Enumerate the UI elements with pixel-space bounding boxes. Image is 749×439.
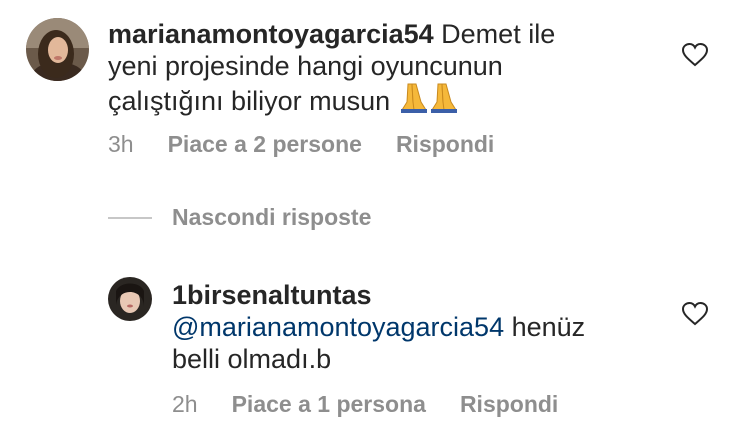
reply-body: 1birsenaltuntas @marianamontoyagarcia54 … (172, 279, 672, 375)
comment-text-line1: Demet ile (441, 19, 556, 49)
reply-likes-link[interactable]: Piace a 1 persona (232, 391, 426, 418)
comment-likes-link[interactable]: Piace a 2 persone (168, 131, 362, 158)
reply-mention-link[interactable]: @marianamontoyagarcia54 (172, 312, 504, 342)
avatar-1birsenaltuntas[interactable] (108, 277, 152, 321)
reply-text-line1: henüz (511, 312, 586, 342)
hide-replies-line (108, 216, 152, 219)
like-comment-heart-icon[interactable] (681, 42, 709, 67)
reply-text-line2: belli olmadı.b (172, 344, 332, 374)
avatar-marianamontoyagarcia54[interactable] (26, 18, 89, 81)
comment-text-line3: çalıştığını biliyor musun (108, 86, 391, 116)
like-reply-heart-icon[interactable] (681, 301, 709, 326)
reply-meta: 2h Piace a 1 persona Rispondi (172, 391, 558, 418)
comment-meta: 3h Piace a 2 persone Rispondi (108, 131, 494, 158)
comment-body: marianamontoyagarcia54 Demet ile yeni pr… (108, 18, 698, 121)
comment-text-line2: yeni projesinde hangi oyuncunun (108, 51, 503, 81)
hide-replies-label: Nascondi risposte (172, 204, 372, 230)
comment-time: 3h (108, 131, 134, 157)
reply-time: 2h (172, 391, 198, 417)
folded-hands-icon (398, 82, 460, 121)
comment-reply-button[interactable]: Rispondi (396, 131, 494, 158)
reply-reply-button[interactable]: Rispondi (460, 391, 558, 418)
reply-username[interactable]: 1birsenaltuntas (172, 280, 372, 310)
hide-replies-toggle[interactable]: Nascondi risposte (108, 204, 371, 231)
comment-username[interactable]: marianamontoyagarcia54 (108, 19, 434, 49)
